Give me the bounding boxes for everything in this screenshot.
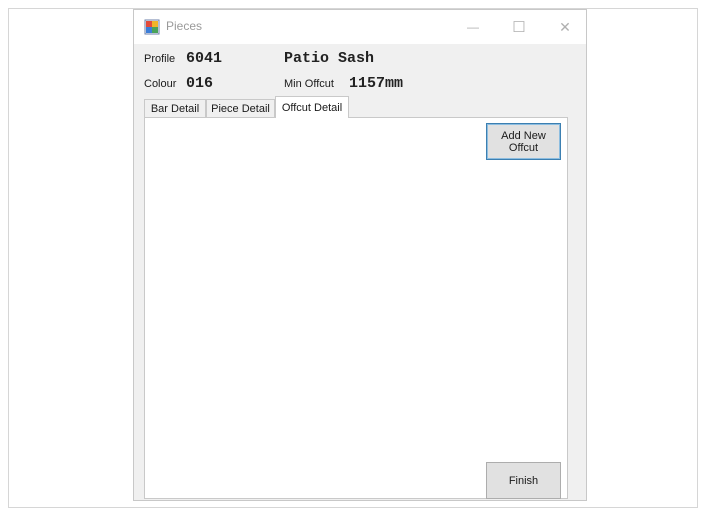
close-button[interactable]: ✕ bbox=[542, 10, 588, 44]
close-icon: ✕ bbox=[559, 18, 571, 35]
tab-bar-detail[interactable]: Bar Detail bbox=[144, 99, 206, 117]
profile-name: Patio Sash bbox=[284, 50, 375, 67]
add-new-offcut-line1: Add New bbox=[501, 129, 546, 142]
window-title: Pieces bbox=[166, 19, 203, 33]
minimize-icon: — bbox=[467, 20, 479, 34]
maximize-icon: ☐ bbox=[512, 19, 526, 36]
tab-offcut-detail[interactable]: Offcut Detail bbox=[275, 96, 349, 118]
profile-label: Profile bbox=[144, 53, 176, 65]
page-frame: Pieces — ☐ ✕ Profile 6041 Patio Sash Col… bbox=[8, 8, 698, 508]
tab-piece-detail[interactable]: Piece Detail bbox=[206, 99, 275, 117]
offcut-detail-panel: Add New Offcut Finish bbox=[144, 117, 568, 499]
add-new-offcut-label: Add New Offcut bbox=[501, 130, 546, 154]
colour-label: Colour bbox=[144, 78, 177, 90]
app-icon bbox=[144, 19, 160, 35]
maximize-button[interactable]: ☐ bbox=[496, 10, 542, 44]
profile-value: 6041 bbox=[186, 50, 223, 67]
colour-value: 016 bbox=[186, 75, 214, 92]
minimize-button[interactable]: — bbox=[450, 10, 496, 44]
add-new-offcut-line2: Offcut bbox=[508, 141, 539, 154]
min-offcut-label: Min Offcut bbox=[284, 78, 334, 90]
pieces-window: Pieces — ☐ ✕ Profile 6041 Patio Sash Col… bbox=[133, 9, 587, 501]
min-offcut-value: 1157mm bbox=[349, 75, 404, 92]
title-bar[interactable]: Pieces — ☐ ✕ bbox=[134, 10, 586, 44]
finish-button[interactable]: Finish bbox=[486, 462, 561, 499]
add-new-offcut-button[interactable]: Add New Offcut bbox=[486, 123, 561, 160]
